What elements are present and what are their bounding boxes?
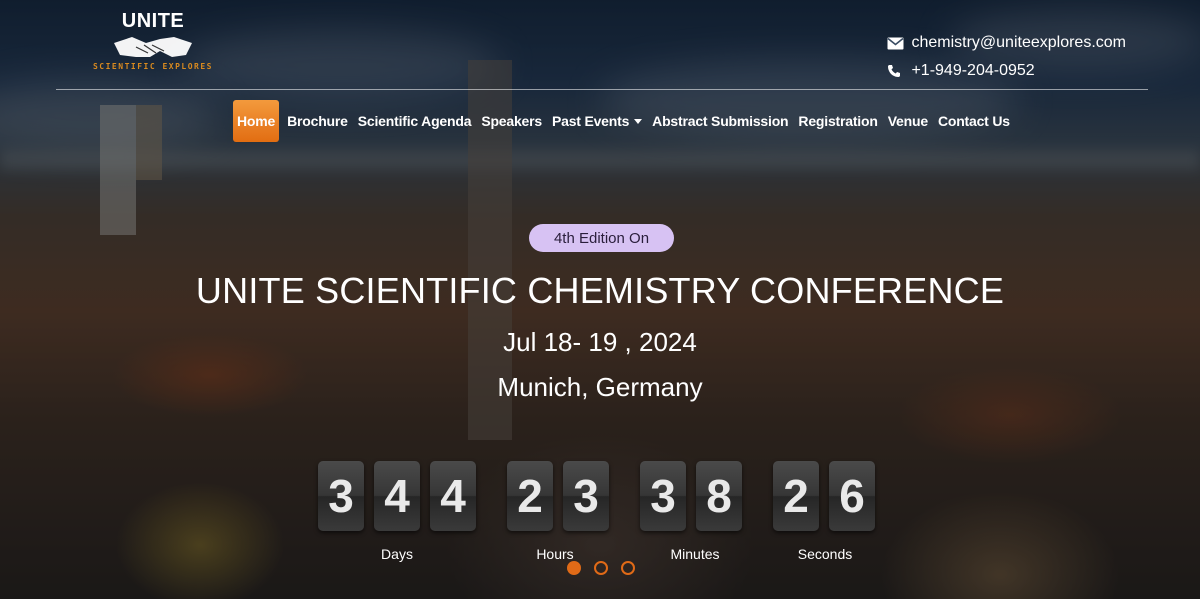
contact-info: chemistry@uniteexplores.com +1-949-204-0… xyxy=(887,31,1126,87)
nav-venue[interactable]: Venue xyxy=(883,100,933,142)
seconds-label: Seconds xyxy=(797,546,853,562)
header-divider xyxy=(56,89,1148,90)
main-navigation: Home Brochure Scientific Agenda Speakers… xyxy=(233,100,1015,142)
site-logo[interactable]: UNITE SCIENTIFIC EXPLORES xyxy=(88,10,218,80)
days-label: Days xyxy=(381,546,413,562)
minutes-label: Minutes xyxy=(670,546,720,562)
handshake-icon xyxy=(114,37,192,57)
edition-badge: 4th Edition On xyxy=(529,224,674,252)
slide-dot-1[interactable] xyxy=(567,561,581,575)
contact-phone[interactable]: +1-949-204-0952 xyxy=(887,59,1126,83)
days-digit-2: 4 xyxy=(374,461,420,531)
nav-contact-us[interactable]: Contact Us xyxy=(933,100,1015,142)
conference-date: Jul 18- 19 , 2024 xyxy=(503,327,697,357)
conference-location: Munich, Germany xyxy=(497,372,703,402)
nav-home[interactable]: Home xyxy=(233,100,280,142)
nav-speakers[interactable]: Speakers xyxy=(476,100,547,142)
phone-icon xyxy=(887,64,909,78)
days-digit-3: 4 xyxy=(430,461,476,531)
contact-email[interactable]: chemistry@uniteexplores.com xyxy=(887,31,1126,55)
slide-dot-3[interactable] xyxy=(621,561,635,575)
nav-past-events[interactable]: Past Events xyxy=(547,100,647,142)
days-digit-1: 3 xyxy=(318,461,364,531)
nav-brochure[interactable]: Brochure xyxy=(282,100,353,142)
seconds-digit-1: 2 xyxy=(773,461,819,531)
conference-title: UNITE SCIENTIFIC CHEMISTRY CONFERENCE xyxy=(195,270,1005,311)
nav-registration[interactable]: Registration xyxy=(793,100,882,142)
nav-abstract-submission[interactable]: Abstract Submission xyxy=(647,100,793,142)
minutes-digit-1: 3 xyxy=(640,461,686,531)
seconds-digit-2: 6 xyxy=(829,461,875,531)
caret-down-icon xyxy=(634,118,643,124)
email-text[interactable]: chemistry@uniteexplores.com xyxy=(911,34,1126,52)
hours-digit-1: 2 xyxy=(507,461,553,531)
hours-label: Hours xyxy=(536,546,574,562)
minutes-digit-2: 8 xyxy=(696,461,742,531)
hours-digit-2: 3 xyxy=(563,461,609,531)
logo-tagline: SCIENTIFIC EXPLORES xyxy=(92,62,213,71)
envelope-icon xyxy=(887,37,909,50)
slide-dot-2[interactable] xyxy=(594,561,608,575)
logo-word: UNITE xyxy=(121,10,185,32)
nav-past-events-label: Past Events xyxy=(551,113,630,129)
phone-text[interactable]: +1-949-204-0952 xyxy=(911,62,1034,80)
nav-scientific-agenda[interactable]: Scientific Agenda xyxy=(353,100,477,142)
